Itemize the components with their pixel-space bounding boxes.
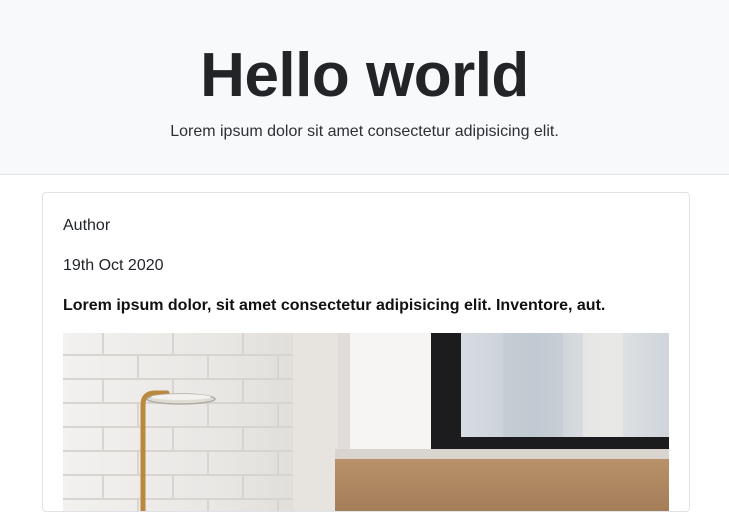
post-author: Author [63,217,111,234]
hero-banner: Hello world Lorem ipsum dolor sit amet c… [0,0,729,175]
room-photo-icon [63,333,669,511]
post-card: Author 19th Oct 2020 Lorem ipsum dolor, … [42,192,690,512]
post-image [63,333,669,511]
page-title: Hello world [200,41,529,110]
post-title: Lorem ipsum dolor, sit amet consectetur … [63,297,606,314]
page-subtitle: Lorem ipsum dolor sit amet consectetur a… [170,123,559,140]
post-date: 19th Oct 2020 [63,257,164,274]
